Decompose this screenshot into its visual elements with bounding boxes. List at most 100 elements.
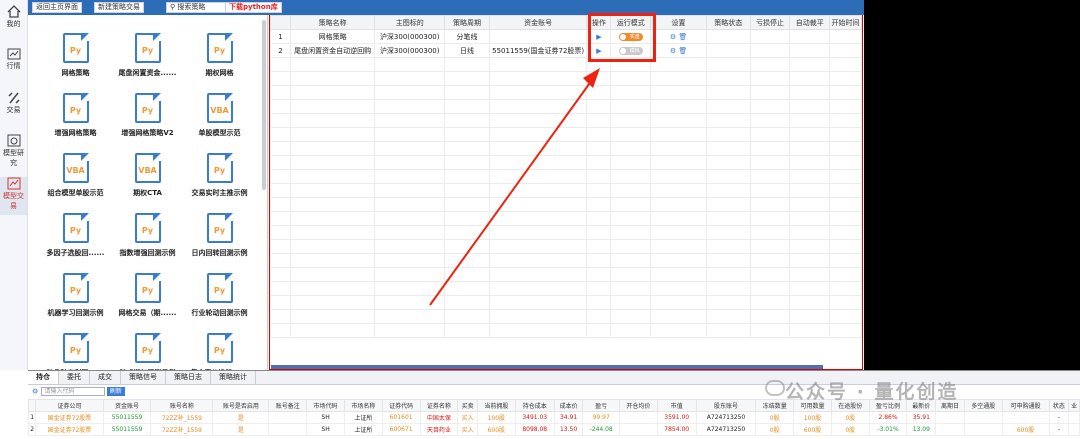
delete-icon[interactable]: 🗑 — [678, 47, 687, 55]
strategy-tile[interactable]: Py 指数增强回测示例 — [110, 213, 185, 275]
settings-gear-icon[interactable]: ⚙ — [32, 388, 38, 396]
nav-model-research[interactable]: 模型研究 — [0, 134, 27, 172]
strategy-tile[interactable]: Py 尾盘闲置资金...... — [110, 33, 185, 95]
empty-cell — [374, 57, 446, 72]
empty-cell — [650, 127, 707, 142]
position-col-header: 账号名称 — [150, 399, 214, 412]
position-cell: 3491.03 — [514, 411, 555, 424]
bottom-tab[interactable]: 成交 — [90, 371, 121, 384]
empty-cell — [586, 141, 612, 156]
empty-cell — [289, 295, 376, 310]
strategy-tile[interactable]: Py 增强网格策略V2 — [110, 93, 185, 155]
position-row[interactable]: 2 国金证券72股票 55011559 72ZZ补_1559 是 SH 上证所 600671 天… — [27, 423, 1080, 436]
nav-trade[interactable]: 交易 — [0, 91, 27, 129]
strategy-tile[interactable]: VBA 单股模型示范 — [182, 93, 257, 155]
bottom-tab[interactable]: 委托 — [59, 371, 90, 384]
bottom-tab[interactable]: 策略信号 — [121, 371, 166, 384]
position-cell — [935, 411, 965, 424]
strategy-col-header: 设置 — [650, 15, 707, 30]
position-cell — [1068, 423, 1080, 436]
auto-close — [789, 43, 831, 58]
gear-icon[interactable]: ⚙ — [670, 47, 676, 55]
empty-cell — [829, 183, 862, 198]
strategy-tile[interactable]: Py 日内回转回测示例 — [182, 213, 257, 275]
empty-cell — [705, 169, 751, 184]
position-row[interactable]: 1 国金证券72股票 55011559 72ZZ补_1559 是 SH 上证所 601601 中… — [27, 411, 1080, 424]
position-cell: 72ZZ补_1559 — [150, 411, 214, 424]
empty-cell — [829, 141, 862, 156]
empty-cell — [705, 239, 751, 254]
empty-cell — [374, 113, 446, 128]
position-cell: 是 — [212, 423, 270, 436]
empty-cell — [829, 197, 862, 212]
back-home-button[interactable]: 返回主页界面 — [32, 2, 82, 13]
nav-model-trade[interactable]: 模型交易 — [0, 177, 27, 215]
empty-cell — [289, 225, 376, 240]
position-cell: 601601 — [381, 411, 421, 424]
refresh-button[interactable]: 刷新 — [106, 387, 125, 396]
file-type-label: Py — [141, 46, 154, 55]
empty-cell — [270, 99, 291, 114]
main-target: 沪深300(000300) — [374, 43, 446, 58]
position-cell: - — [1048, 411, 1070, 424]
empty-cell — [749, 239, 791, 254]
strategy-period: 分笔线 — [444, 29, 490, 44]
position-cell: 34.91 — [553, 411, 584, 424]
empty-cell — [610, 99, 652, 114]
gear-icon[interactable]: ⚙ — [670, 33, 676, 41]
strategy-tile[interactable]: Py 增强网格策略 — [38, 93, 113, 155]
strategy-tile[interactable]: Py 多因子选股回...... — [38, 213, 113, 275]
position-cell: A724713250 — [695, 423, 757, 436]
nav-my[interactable]: 我的 — [0, 5, 27, 43]
file-type-label: Py — [69, 106, 82, 115]
research-icon — [7, 134, 20, 147]
position-col-header: 可申购通股 — [1001, 399, 1050, 412]
position-col-header: 开仓均价 — [618, 399, 658, 412]
empty-cell — [488, 309, 588, 324]
empty-cell — [374, 169, 446, 184]
empty-cell — [789, 99, 831, 114]
main-target: 沪深300(000300) — [374, 29, 446, 44]
file-icon: Py — [62, 333, 89, 363]
strategy-tile[interactable]: Py 交易实时主推示例 — [182, 153, 257, 215]
empty-cell — [374, 239, 446, 254]
strategy-tile[interactable]: Py 网格交易（期...... — [110, 273, 185, 335]
strategy-tile[interactable]: Py 期权网格 — [182, 33, 257, 95]
position-cell — [618, 411, 658, 424]
strategy-tile[interactable]: Py 行业轮动回测示例 — [182, 273, 257, 335]
code-search-input[interactable]: 请输入代码 — [40, 387, 105, 396]
position-cell: 8098.08 — [514, 423, 555, 436]
empty-cell — [610, 197, 652, 212]
empty-cell — [829, 169, 862, 184]
empty-cell — [586, 253, 612, 268]
position-cell: 100股 — [793, 411, 832, 424]
position-cell: 天目药业 — [419, 423, 459, 436]
empty-cell — [610, 225, 652, 240]
empty-cell — [444, 211, 490, 226]
empty-cell — [586, 127, 612, 142]
strategy-tile[interactable]: Py 网格策略 — [38, 33, 113, 95]
bottom-tab[interactable]: 策略日志 — [166, 371, 211, 384]
strategy-tile[interactable]: VBA 期权CTA — [110, 153, 185, 215]
position-cell: 国金证券72股票 — [35, 411, 104, 424]
strategy-name: 尾盘闲置资金自动逆回购 — [289, 43, 376, 58]
position-cell: 600股 — [1001, 423, 1050, 436]
bottom-tab[interactable]: 策略统计 — [211, 371, 256, 384]
empty-cell — [829, 85, 862, 100]
nav-market[interactable]: 行情 — [0, 48, 27, 86]
library-scrollbar[interactable] — [262, 20, 266, 190]
delete-icon[interactable]: 🗑 — [678, 33, 687, 41]
empty-cell — [650, 71, 707, 86]
empty-cell — [610, 211, 652, 226]
strategy-tile[interactable]: VBA 组合模型单股示范 — [38, 153, 113, 215]
empty-cell — [829, 309, 862, 324]
new-strategy-button[interactable]: 新建策略交易 — [94, 2, 144, 13]
empty-cell — [650, 141, 707, 156]
strategy-row[interactable]: 1 网格策略 沪深300(000300) 分笔线 ▶ 实盘 ⚙ 🗑 — [270, 29, 862, 44]
strategy-tile[interactable]: Py 机器学习回测示例 — [38, 273, 113, 335]
strategy-row[interactable]: 2 尾盘闲置资金自动逆回购 沪深300(000300) 日线 55011559(国金证券… — [270, 43, 862, 58]
download-python-link[interactable]: 下载python库 — [225, 2, 282, 13]
empty-cell — [270, 113, 291, 128]
bottom-tab[interactable]: 持仓 — [28, 371, 59, 384]
horizontal-scrollbar[interactable] — [271, 365, 823, 369]
